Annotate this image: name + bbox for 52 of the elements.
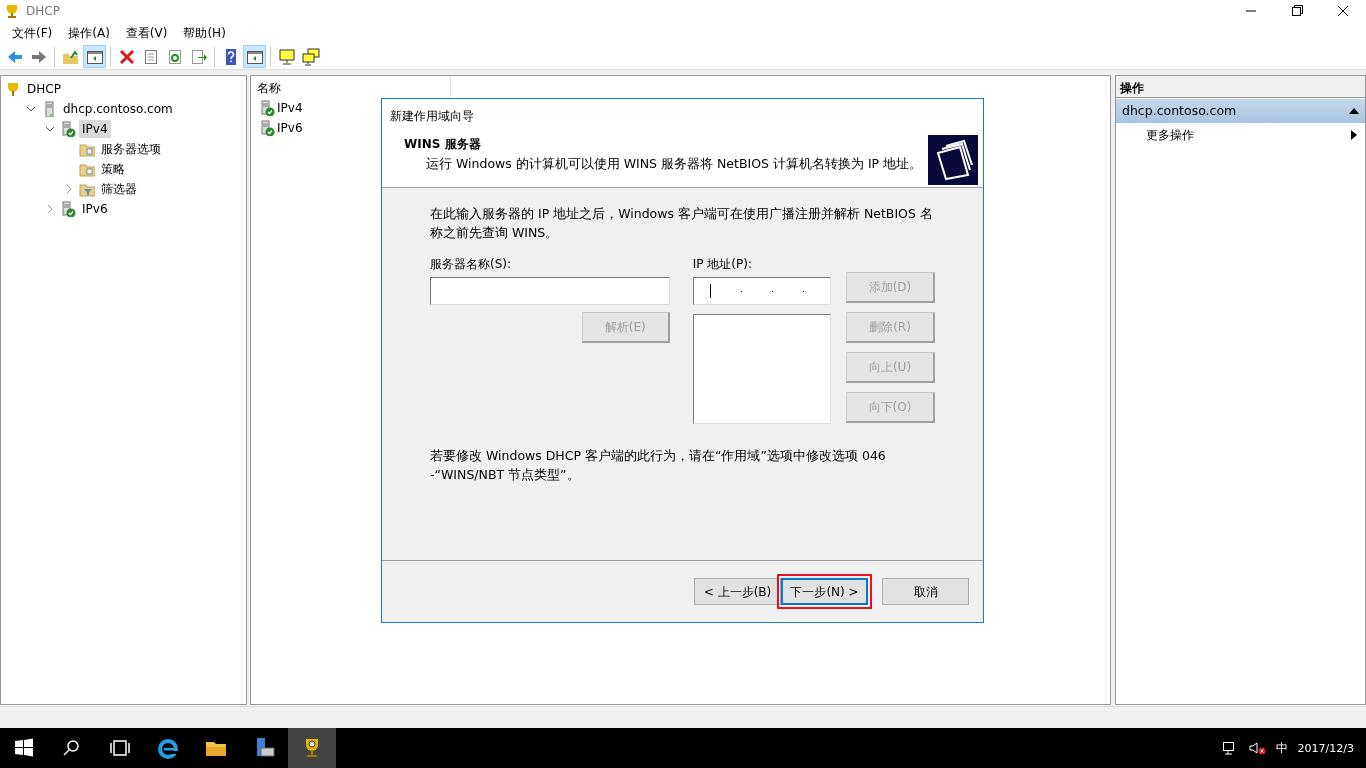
submenu-arrow-icon (1351, 130, 1357, 140)
page-description: 运行 Windows 的计算机可以使用 WINS 服务器将 NetBIOS 计算机名转换为 IP 地址。 (425, 155, 924, 173)
toolbar-button[interactable] (83, 45, 106, 68)
menu-item[interactable]: 文件(F) (4, 24, 61, 42)
wizard-button[interactable]: < 上一步(B) (694, 578, 781, 605)
filter-folder-icon (79, 181, 95, 197)
list-item[interactable]: IPv6 (277, 119, 303, 137)
folders-icon (928, 135, 978, 185)
ip-address-field[interactable] (692, 277, 831, 305)
note-text: 若要修改 Windows DHCP 客户端的此行为，请在“作用域”选项中修改选项 046 -“WINS/NBT 节点类型”。 (430, 447, 887, 484)
menu-item[interactable]: 操作(A) (60, 24, 118, 42)
collapse-triangle-icon[interactable] (1349, 108, 1359, 114)
dialog-title: 新建作用域向导 (382, 99, 983, 129)
menu-item[interactable]: 帮助(H) (175, 24, 234, 42)
field-label: IP 地址(P): (692, 256, 753, 273)
tree-item[interactable]: 服务器选项 (98, 140, 164, 158)
trophy-icon (5, 81, 21, 97)
tree-item[interactable]: dhcp.contoso.com (60, 100, 176, 118)
tree-item[interactable]: 策略 (98, 160, 128, 178)
actions-heading: 操作 (1116, 76, 1365, 98)
intro-text: 在此输入服务器的 IP 地址之后，Windows 客户端可在使用广播注册并解析 NetBIOS 名称之前先查询 WINS。 (430, 205, 934, 242)
group-title: dhcp.contoso.com (1122, 101, 1237, 120)
folder-icon (79, 141, 95, 157)
page-heading: WINS 服务器 (404, 136, 482, 153)
wizard-button[interactable]: 取消 (882, 578, 969, 605)
window-title: DHCP (26, 3, 60, 20)
ime-indicator[interactable]: 中 (1275, 739, 1288, 757)
browser-e-icon[interactable] (156, 736, 180, 760)
list-item[interactable]: IPv4 (277, 99, 303, 117)
server-check-icon (259, 120, 275, 136)
action-item[interactable]: 更多操作 (1146, 126, 1194, 144)
folder-icon (79, 161, 95, 177)
monitor-icon (277, 47, 296, 66)
trophy-icon (4, 3, 20, 19)
server-check-icon (60, 201, 76, 217)
export-icon (189, 47, 208, 66)
tree-item[interactable]: 筛选器 (98, 180, 140, 198)
server-check-icon (259, 100, 275, 116)
field-label: 服务器名称(S): (430, 256, 513, 273)
server-name-field[interactable] (430, 277, 670, 305)
delete-icon (117, 47, 136, 66)
monitors-icon (301, 47, 320, 66)
toolbar-button[interactable] (299, 45, 322, 68)
tree-item[interactable]: DHCP (24, 80, 64, 98)
speaker-muted-icon[interactable] (1247, 740, 1266, 756)
clock-date[interactable]: 2017/12/3 (1297, 740, 1354, 757)
menu-item[interactable]: 查看(V) (117, 24, 176, 42)
actions-group-header[interactable]: dhcp.contoso.com (1116, 99, 1365, 123)
server-check-icon (60, 121, 76, 137)
tree-item[interactable]: IPv4 (79, 120, 111, 138)
toolbar-button[interactable] (243, 45, 266, 68)
tree-item[interactable]: IPv6 (79, 200, 111, 218)
